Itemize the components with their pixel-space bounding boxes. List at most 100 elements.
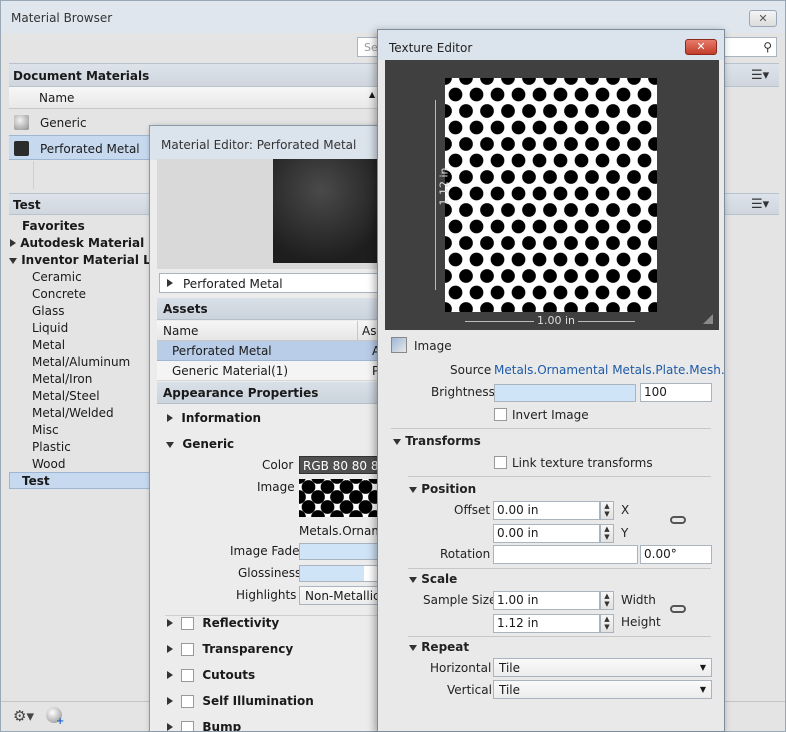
offset-y-input[interactable]: 0.00 in	[493, 524, 600, 543]
search-icon[interactable]: ⚲	[763, 40, 772, 54]
generic-label: Generic	[182, 437, 235, 451]
image-filename[interactable]: Metals.Ornamen	[299, 524, 380, 538]
asset-row-generic-material[interactable]: Generic Material(1) P	[157, 361, 380, 381]
highlights-dropdown[interactable]: Non-Metallic	[299, 586, 380, 605]
tree-item-glass[interactable]: Glass	[32, 304, 65, 318]
tree-item-metal-steel[interactable]: Metal/Steel	[32, 389, 100, 403]
tree-item-metal[interactable]: Metal	[32, 338, 65, 352]
tree-item-concrete[interactable]: Concrete	[32, 287, 86, 301]
expand-arrow-icon[interactable]	[10, 239, 16, 247]
assets-header[interactable]: Assets	[157, 298, 380, 320]
height-label: Height	[621, 615, 661, 629]
link-transforms-checkbox[interactable]	[494, 456, 507, 469]
offset-x-spinner[interactable]: ▲ ▼	[600, 501, 614, 520]
material-name-field[interactable]: Perforated Metal	[159, 273, 380, 293]
texture-editor-window: Texture Editor ✕ 1.12 in 1.00 in Image S…	[377, 29, 725, 732]
color-swatch-field[interactable]: RGB 80 80 80	[299, 456, 380, 474]
expand-arrow-icon[interactable]	[167, 414, 173, 422]
tree-item-test[interactable]: Test	[9, 472, 157, 489]
position-section[interactable]: Position	[409, 482, 476, 496]
collapse-arrow-icon[interactable]	[166, 442, 174, 448]
generic-section[interactable]: Generic	[166, 437, 234, 451]
material-preview-swatch	[273, 159, 380, 263]
list-view-icon[interactable]: ☰▾	[751, 68, 769, 83]
tree-item-ceramic[interactable]: Ceramic	[32, 270, 82, 284]
divider	[391, 428, 711, 429]
tree-item-plastic[interactable]: Plastic	[32, 440, 71, 454]
chain-link-icon[interactable]	[670, 516, 686, 524]
resize-grip-icon[interactable]	[703, 314, 713, 324]
appearance-properties-header[interactable]: Appearance Properties	[157, 382, 380, 404]
reflectivity-label: Reflectivity	[202, 616, 280, 630]
expand-arrow-icon[interactable]	[167, 279, 173, 287]
transparency-section[interactable]: Transparency	[167, 642, 293, 656]
assets-column-header[interactable]: Name As	[157, 321, 380, 341]
material-swatch-icon	[14, 115, 29, 130]
rotation-input[interactable]: 0.00°	[640, 545, 712, 564]
self-illumination-section[interactable]: Self Illumination	[167, 694, 314, 708]
offset-y-spinner[interactable]: ▲ ▼	[600, 524, 614, 543]
scale-section[interactable]: Scale	[409, 572, 457, 586]
link-transforms-label: Link texture transforms	[512, 456, 653, 470]
source-link[interactable]: Metals.Ornamental Metals.Plate.Mesh.cut	[494, 363, 724, 377]
highlights-label: Highlights	[236, 588, 297, 602]
bump-checkbox[interactable]	[181, 721, 195, 731]
tree-item-wood[interactable]: Wood	[32, 457, 65, 471]
tree-item-metal-welded[interactable]: Metal/Welded	[32, 406, 114, 420]
repeat-section[interactable]: Repeat	[409, 640, 469, 654]
brightness-input[interactable]: 100	[640, 383, 712, 402]
tree-item-misc[interactable]: Misc	[32, 423, 59, 437]
library-view-icon[interactable]: ☰▾	[751, 197, 769, 212]
sample-height-input[interactable]: 1.12 in	[493, 614, 600, 633]
tree-item-metal-iron[interactable]: Metal/Iron	[32, 372, 92, 386]
divider	[408, 476, 711, 477]
texture-preview[interactable]: 1.12 in 1.00 in	[385, 60, 719, 330]
gear-icon[interactable]: ⚙▾	[13, 707, 34, 725]
rotation-slider[interactable]	[493, 545, 638, 564]
offset-x-input[interactable]: 0.00 in	[493, 501, 600, 520]
invert-image-checkbox[interactable]	[494, 408, 507, 421]
width-dimension-label: 1.00 in	[534, 314, 579, 327]
information-section[interactable]: Information	[167, 411, 261, 425]
material-browser-close-button[interactable]: ✕	[749, 10, 777, 27]
divider	[408, 636, 711, 637]
vertical-repeat-dropdown[interactable]: Tile ▼	[493, 680, 712, 699]
sample-height-spinner[interactable]: ▲ ▼	[600, 614, 614, 633]
expand-arrow-icon[interactable]	[167, 671, 173, 679]
collapse-arrow-icon[interactable]	[409, 577, 417, 583]
expand-arrow-icon[interactable]	[167, 697, 173, 705]
cutouts-section[interactable]: Cutouts	[167, 668, 255, 682]
brightness-slider[interactable]	[494, 384, 636, 402]
collapse-arrow-icon[interactable]	[409, 645, 417, 651]
material-editor-titlebar[interactable]: Material Editor: Perforated Metal	[150, 126, 380, 160]
self-illumination-checkbox[interactable]	[181, 695, 195, 708]
reflectivity-section[interactable]: Reflectivity	[167, 616, 279, 630]
asset-row-perforated-metal[interactable]: Perforated Metal A	[157, 341, 380, 361]
texture-editor-close-button[interactable]: ✕	[685, 39, 717, 55]
tree-item-favorites[interactable]: Favorites	[22, 219, 85, 233]
sample-width-input[interactable]: 1.00 in	[493, 591, 600, 610]
glossiness-slider[interactable]	[299, 565, 380, 582]
name-column-header[interactable]: Name ▲	[9, 87, 381, 109]
image-fade-slider[interactable]	[299, 543, 380, 560]
tree-item-metal-aluminum[interactable]: Metal/Aluminum	[32, 355, 130, 369]
transforms-label: Transforms	[405, 434, 481, 448]
collapse-arrow-icon[interactable]	[393, 439, 401, 445]
sample-width-spinner[interactable]: ▲ ▼	[600, 591, 614, 610]
expand-arrow-icon[interactable]	[167, 645, 173, 653]
add-plus-icon: +	[56, 716, 65, 727]
collapse-arrow-icon[interactable]	[9, 258, 17, 264]
transparency-checkbox[interactable]	[181, 643, 195, 656]
expand-arrow-icon[interactable]	[167, 723, 173, 731]
horizontal-repeat-dropdown[interactable]: Tile ▼	[493, 658, 712, 677]
chain-link-icon[interactable]	[670, 605, 686, 613]
collapse-arrow-icon[interactable]	[409, 487, 417, 493]
expand-arrow-icon[interactable]	[167, 619, 173, 627]
texture-editor-titlebar[interactable]: Texture Editor ✕	[378, 30, 724, 60]
reflectivity-checkbox[interactable]	[181, 617, 195, 630]
image-thumbnail[interactable]	[299, 479, 380, 517]
bump-section[interactable]: Bump	[167, 720, 241, 731]
cutouts-checkbox[interactable]	[181, 669, 195, 682]
transforms-section[interactable]: Transforms	[393, 434, 481, 448]
tree-item-liquid[interactable]: Liquid	[32, 321, 68, 335]
